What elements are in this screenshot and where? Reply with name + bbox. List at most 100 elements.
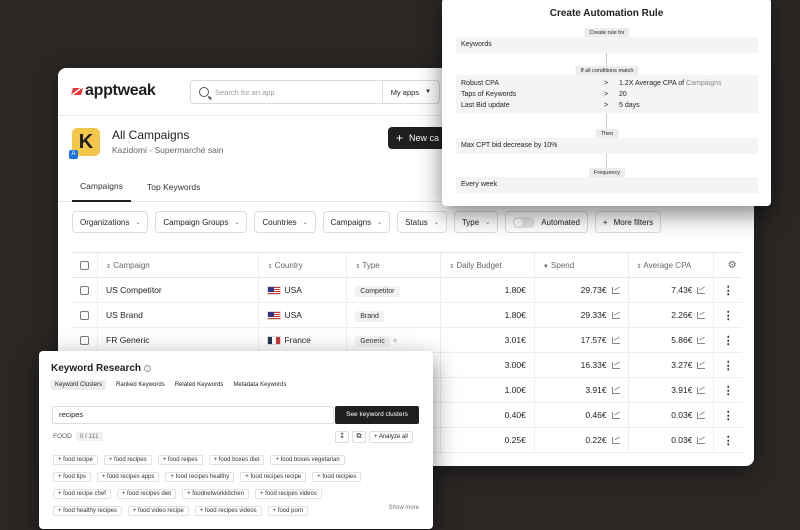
col-campaign[interactable]: ⇕ Campaign	[96, 252, 259, 278]
chart-icon[interactable]	[611, 412, 620, 420]
filter-campaign-groups[interactable]: Campaign Groups ⌄	[155, 211, 248, 233]
filter-countries[interactable]: Countries ⌄	[254, 211, 316, 233]
keyword-chip[interactable]: + food recipes healthy	[165, 471, 235, 482]
col-type[interactable]: ⇕ Type	[346, 252, 441, 278]
keyword-chip[interactable]: + food recipes	[103, 454, 152, 465]
tab-metadata-keywords[interactable]: Metadata Keywords	[233, 382, 286, 388]
tab-related-keywords[interactable]: Related Keywords	[175, 382, 224, 388]
show-more-link[interactable]: Show more	[389, 505, 419, 511]
chart-icon[interactable]	[697, 287, 706, 295]
row-menu-icon[interactable]: ⋮	[713, 402, 742, 428]
col-spend[interactable]: ▼ Spend	[533, 252, 629, 278]
chart-icon[interactable]	[697, 437, 706, 445]
row-menu-icon[interactable]: ⋮	[713, 427, 742, 453]
see-keyword-clusters-button[interactable]: See keyword clusters	[335, 406, 419, 424]
keyword-chip[interactable]: + food boxes diet	[208, 454, 265, 465]
row-menu-icon[interactable]: ⋮	[713, 277, 742, 303]
budget-cell[interactable]: 3.00€	[440, 352, 535, 378]
filter-organizations[interactable]: Organizations ⌄	[72, 211, 149, 233]
chart-icon[interactable]	[611, 387, 620, 395]
campaign-cell[interactable]: US Competitor	[96, 277, 259, 303]
keyword-chip[interactable]: + food recipes recipe	[240, 471, 307, 482]
filter-automated[interactable]: Automated	[505, 211, 588, 233]
campaign-cell[interactable]: US Brand	[96, 302, 259, 328]
budget-cell[interactable]: 3.01€	[440, 327, 535, 353]
row-select-cell[interactable]	[72, 327, 98, 353]
chart-icon[interactable]	[697, 412, 706, 420]
rule-frequency[interactable]: Every week	[456, 177, 758, 193]
rule-target[interactable]: Keywords	[456, 37, 758, 53]
chip-label: food recipe	[63, 456, 93, 463]
row-menu-icon[interactable]: ⋮	[713, 352, 742, 378]
condition-link[interactable]: Campaigns	[686, 80, 721, 87]
apptweak-logo[interactable]: apptweak	[72, 82, 156, 100]
col-country[interactable]: ⇕ Country	[258, 252, 347, 278]
rule-action[interactable]: Max CPT bid decrease by 10%	[456, 138, 758, 154]
budget-cell[interactable]: 1.00€	[440, 377, 535, 403]
chart-icon[interactable]	[697, 362, 706, 370]
budget-cell[interactable]: 0.25€	[440, 427, 535, 453]
tab-top-keywords[interactable]: Top Keywords	[147, 172, 200, 202]
tab-keyword-clusters[interactable]: Keyword Clusters	[51, 380, 107, 390]
tab-ranked-keywords[interactable]: Ranked Keywords	[116, 382, 165, 388]
row-checkbox[interactable]	[80, 311, 89, 321]
table-row[interactable]: US Brand USA Brand 1.80€ 29.33€ 2.26€ ⋮	[72, 302, 742, 328]
more-filters-button[interactable]: + More filters	[594, 211, 662, 233]
budget-cell[interactable]: 1.80€	[440, 277, 535, 303]
analyze-all-button[interactable]: + Analyze all	[369, 431, 413, 443]
chart-icon[interactable]	[611, 437, 620, 445]
select-all-checkbox[interactable]	[80, 260, 89, 270]
chart-icon[interactable]	[697, 387, 706, 395]
column-settings[interactable]: ⚙	[713, 252, 742, 278]
budget-cell[interactable]: 1.80€	[440, 302, 535, 328]
keyword-chip[interactable]: + food porn	[267, 505, 309, 516]
keyword-chip[interactable]: + food recipe chef	[53, 488, 111, 499]
budget-cell[interactable]: 0.40€	[440, 402, 535, 428]
chip-label: food reipes	[167, 456, 198, 463]
automated-toggle[interactable]	[513, 216, 536, 228]
app-search[interactable]: My apps ▼	[190, 80, 440, 104]
tab-campaigns[interactable]: Campaigns	[72, 172, 131, 202]
chart-icon[interactable]	[611, 312, 620, 320]
keyword-chip[interactable]: + food healthy recipes	[53, 505, 122, 516]
keyword-chip[interactable]: + food reipes	[157, 454, 203, 465]
keyword-chip[interactable]: + food video recipe	[127, 505, 189, 516]
chart-icon[interactable]	[611, 287, 620, 295]
search-input[interactable]	[215, 87, 375, 97]
chart-icon[interactable]	[611, 362, 620, 370]
row-select-cell[interactable]	[72, 302, 98, 328]
keyword-chip[interactable]: + food recipe	[53, 454, 98, 465]
chart-icon[interactable]	[611, 337, 620, 345]
filter-type[interactable]: Type ⌄	[453, 211, 499, 233]
keyword-chip[interactable]: + food recipes diet	[116, 488, 177, 499]
keyword-chip[interactable]: + food recipies	[312, 471, 362, 482]
filter-campaigns[interactable]: Campaigns ⌄	[322, 211, 391, 233]
my-apps-dropdown[interactable]: My apps ▼	[381, 81, 439, 103]
row-select-cell[interactable]	[72, 277, 98, 303]
select-all-cell[interactable]	[72, 252, 98, 278]
download-icon[interactable]: ↧	[335, 431, 349, 443]
chart-icon[interactable]	[697, 337, 706, 345]
col-daily-budget[interactable]: ⇕ Daily Budget	[440, 252, 535, 278]
table-row[interactable]: FR Generic France Generic ✧ 3.01€ 17.57€…	[72, 327, 742, 353]
keyword-chip[interactable]: + food boxes vegetarian	[270, 454, 345, 465]
copy-icon[interactable]: ⧉	[352, 431, 366, 443]
keyword-search-input[interactable]: recipes	[52, 406, 334, 424]
keyword-chip[interactable]: + foodnetworkkitchen	[182, 488, 249, 499]
row-menu-icon[interactable]: ⋮	[713, 327, 742, 353]
info-icon[interactable]: i	[144, 364, 152, 372]
chart-icon[interactable]	[697, 312, 706, 320]
row-menu-icon[interactable]: ⋮	[713, 377, 742, 403]
keyword-chip[interactable]: + food tips	[53, 471, 91, 482]
keyword-chip[interactable]: + food recipes videos	[194, 505, 262, 516]
keyword-chip[interactable]: + food recipes videos	[254, 488, 322, 499]
row-checkbox[interactable]	[80, 286, 89, 296]
row-menu-icon[interactable]: ⋮	[713, 302, 742, 328]
filter-status[interactable]: Status ⌄	[397, 211, 447, 233]
keyword-chip[interactable]: + food recipes apps	[96, 471, 160, 482]
col-average-cpa[interactable]: ⇕ Average CPA	[627, 252, 714, 278]
row-checkbox[interactable]	[80, 336, 89, 346]
table-row[interactable]: US Competitor USA Competitor 1.80€ 29.73…	[72, 277, 742, 303]
campaign-cell[interactable]: FR Generic	[96, 327, 259, 353]
conditions-box[interactable]: Robust CPA > 1.2X Average CPA of Campaig…	[456, 75, 758, 113]
